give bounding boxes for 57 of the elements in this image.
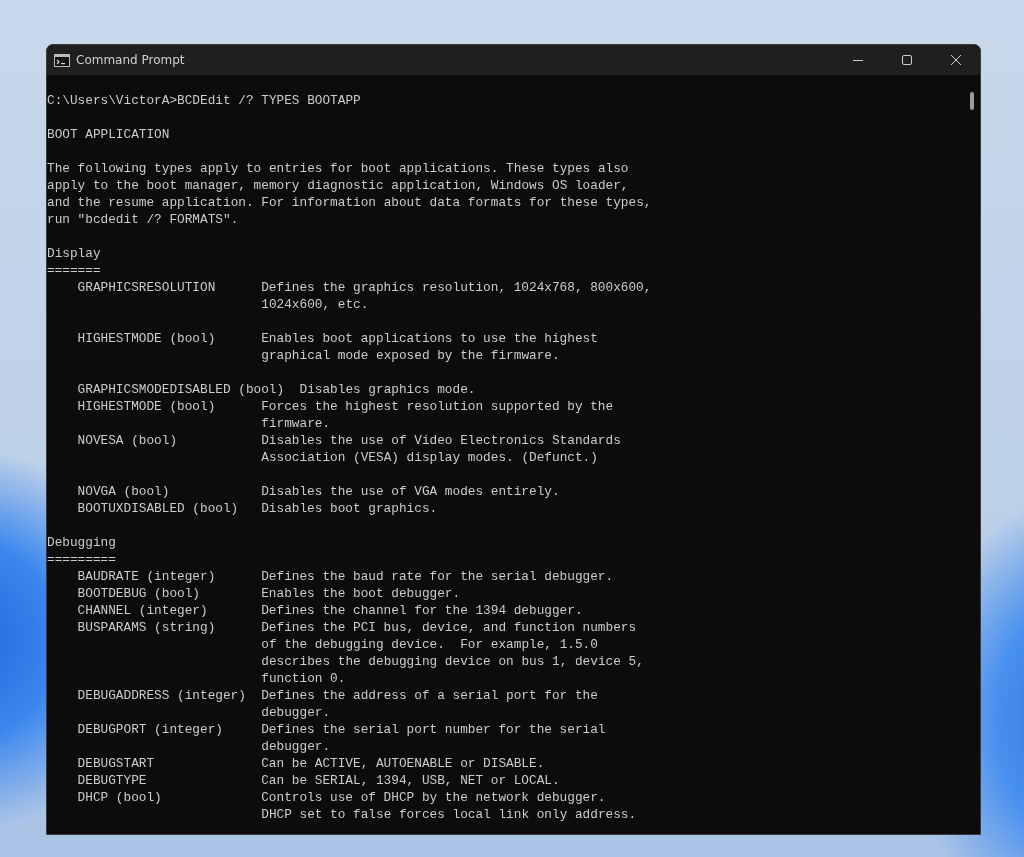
close-icon — [950, 55, 961, 65]
option-name: CHANNEL (integer) — [77, 602, 209, 619]
terminal-text: BOOT APPLICATION — [47, 127, 170, 142]
option-description: Enables boot applications to use the highest — [261, 331, 598, 346]
option-name: HIGHESTMODE (bool) — [77, 398, 217, 415]
option-name: NOVESA (bool) — [77, 432, 179, 449]
option-description: firmware. — [261, 415, 331, 432]
terminal-text: The following types apply to entries for boot applications. These types also — [47, 161, 629, 176]
option-description: Disables the use of VGA modes entirely. — [261, 484, 560, 499]
option-description: Defines the channel for the 1394 debugger. — [261, 603, 583, 618]
terminal-text: run "bcdedit /? FORMATS". — [47, 212, 239, 227]
option-name: DHCP (bool) — [77, 789, 163, 806]
option-description: Enables the boot debugger. — [261, 586, 461, 601]
option-description: Defines the serial port number for the serial — [261, 722, 606, 737]
window-title: Command Prompt — [76, 53, 186, 67]
option-description: DHCP set to false forces local link only address. — [261, 806, 637, 823]
option-description: Disables boot graphics. — [261, 501, 438, 516]
option-description: of the debugging device. For example, 1.5.0 — [261, 636, 598, 653]
option-description: Forces the highest resolution supported by the — [261, 399, 614, 414]
terminal-text: C:\Users\VictorA>BCDEdit /? TYPES BOOTAPP — [47, 93, 361, 108]
option-description: 1024x600, etc. — [261, 296, 369, 313]
option-description: Can be SERIAL, 1394, USB, NET or LOCAL. — [261, 773, 560, 788]
option-name: BUSPARAMS (string) — [77, 619, 217, 636]
option-description: Association (VESA) display modes. (Defunct.) — [261, 449, 598, 466]
option-description: function 0. — [261, 670, 346, 687]
underline-rule: ======= — [47, 263, 101, 278]
console-app-icon — [54, 53, 70, 67]
option-name: DEBUGTYPE — [77, 772, 148, 789]
option-name: DEBUGSTART — [77, 755, 156, 772]
maximize-icon — [901, 55, 912, 65]
terminal-text: apply to the boot manager, memory diagnostic application, Windows OS loader, — [47, 178, 629, 193]
option-description: describes the debugging device on bus 1, device 5, — [261, 653, 644, 670]
option-name: BOOTDEBUG (bool) — [77, 585, 201, 602]
option-name: GRAPHICSMODEDISABLED (bool) — [77, 381, 286, 398]
option-name: GRAPHICSRESOLUTION — [77, 279, 217, 296]
option-description: debugger. — [261, 704, 331, 721]
terminal-text: Display — [47, 246, 101, 261]
option-description: Can be ACTIVE, AUTOENABLE or DISABLE. — [261, 756, 545, 771]
option-name: BOOTUXDISABLED (bool) — [77, 500, 240, 517]
option-name: DEBUGADDRESS (integer) — [77, 687, 247, 704]
terminal-text: Debugging — [47, 535, 116, 550]
terminal-text: and the resume application. For information about data formats for these types, — [47, 195, 652, 210]
option-name: BAUDRATE (integer) — [77, 568, 217, 585]
option-description: Controls use of DHCP by the network debugger. — [261, 790, 606, 805]
option-description: Disables the use of Video Electronics Standards — [261, 433, 621, 448]
option-description: graphical mode exposed by the firmware. — [261, 347, 560, 364]
option-name: NOVGA (bool) — [77, 483, 171, 500]
option-name: DEBUGPORT (integer) — [77, 721, 224, 738]
underline-rule: ========= — [47, 552, 116, 567]
option-description: debugger. — [261, 738, 331, 755]
option-description: Defines the address of a serial port for the — [261, 688, 598, 703]
option-description: Defines the graphics resolution, 1024x768, 800x600, — [261, 280, 652, 295]
option-name: HIGHESTMODE (bool) — [77, 330, 217, 347]
scrollbar-thumb[interactable] — [970, 92, 974, 110]
option-description: Defines the PCI bus, device, and function numbers — [261, 620, 637, 635]
option-description: Disables graphics mode. — [299, 382, 476, 397]
option-description: Defines the baud rate for the serial debugger. — [261, 569, 614, 584]
